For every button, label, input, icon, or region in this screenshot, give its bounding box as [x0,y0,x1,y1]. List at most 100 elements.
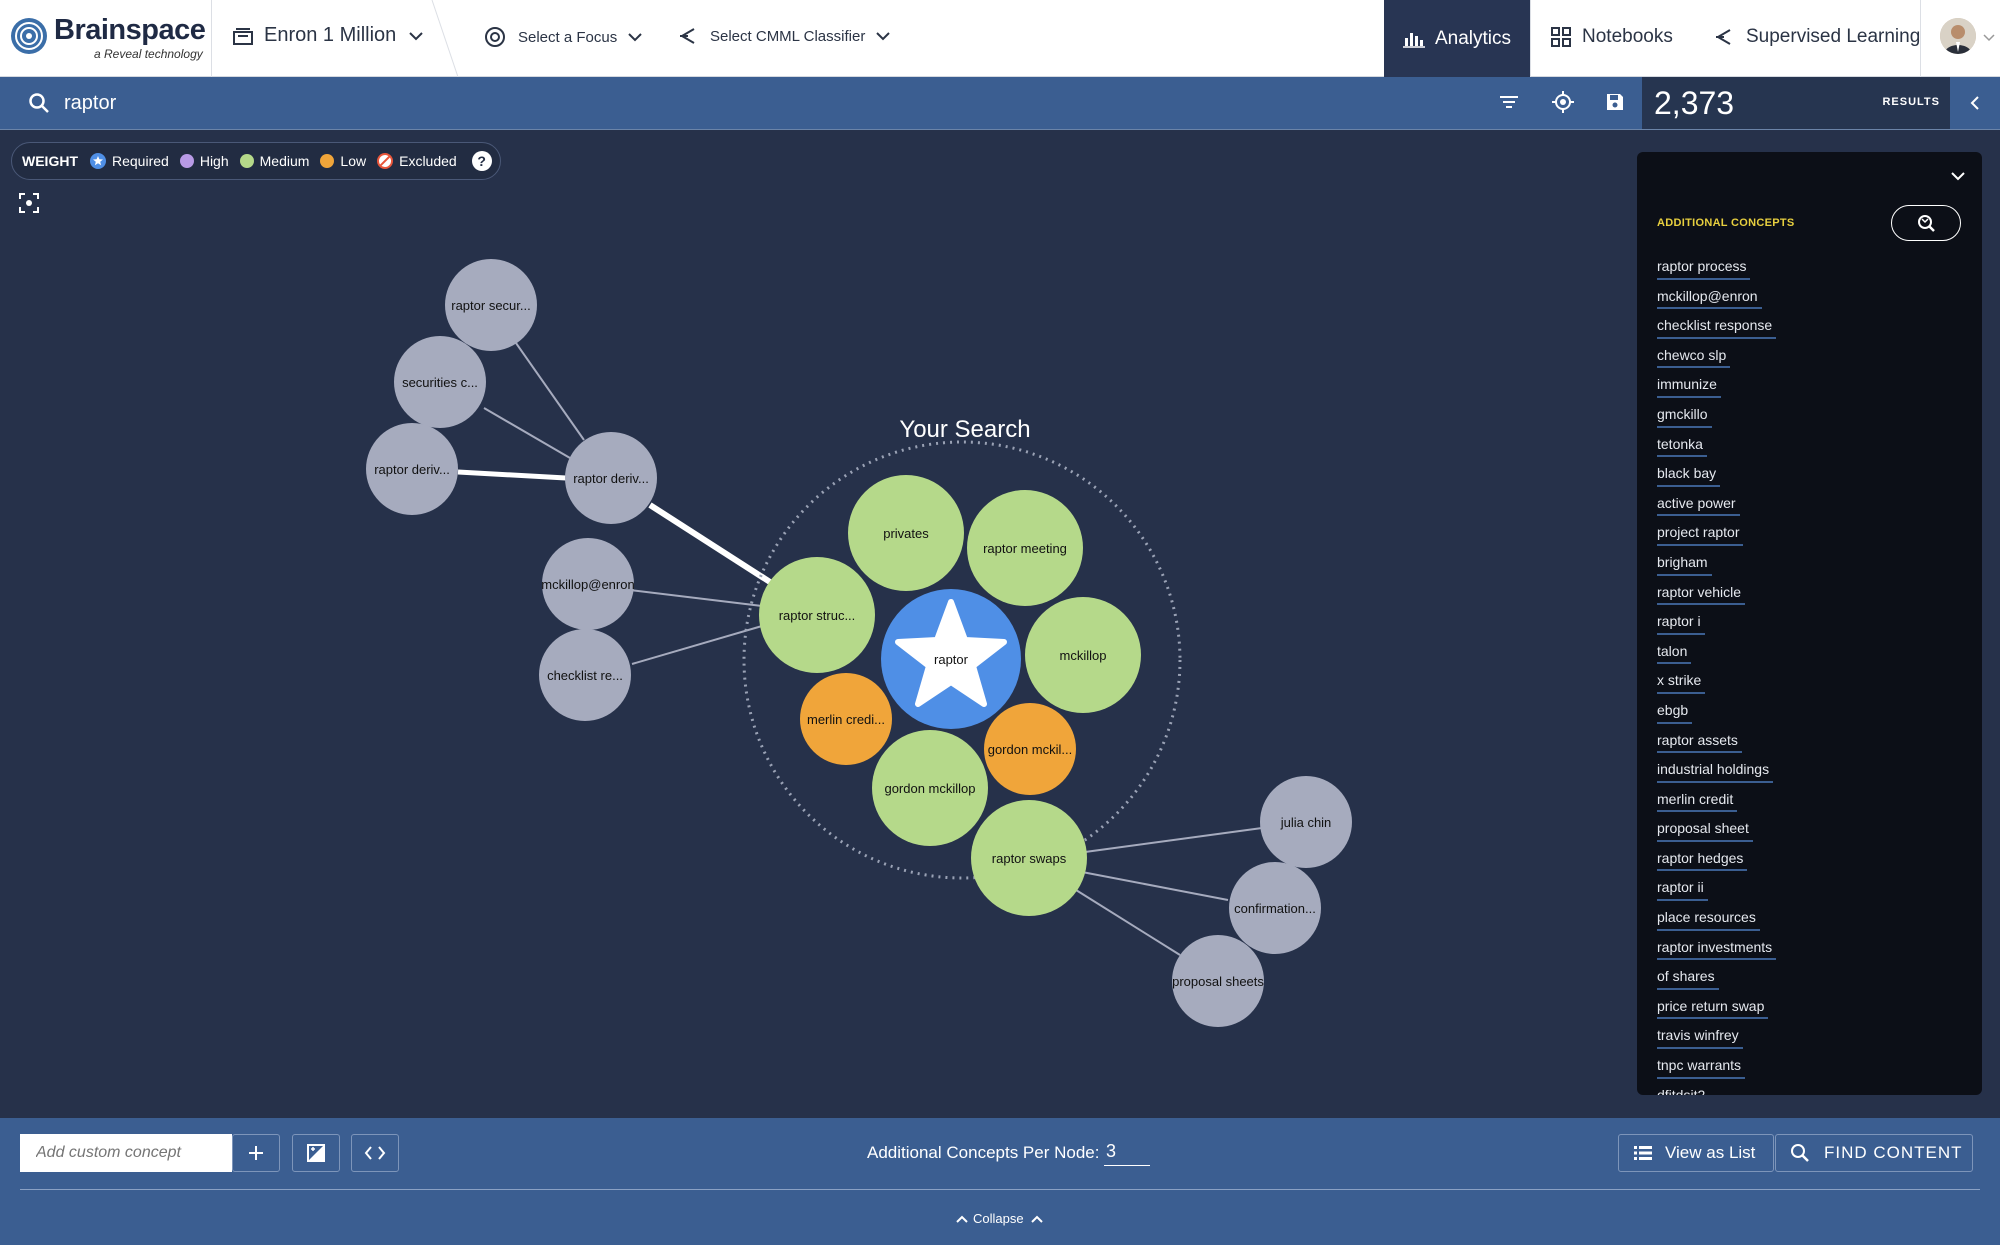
brand-logo[interactable]: Brainspace a Reveal technology [10,14,210,64]
additional-concepts-panel: ADDITIONAL CONCEPTS raptor process mckill… [1637,152,1982,1095]
node-julia-chin[interactable]: julia chin [1260,776,1352,868]
node-privates[interactable]: privates [848,475,964,591]
filter-icon[interactable] [1498,92,1520,112]
node-label: gordon mckil... [988,742,1073,757]
concept-list-item[interactable]: ebgb [1657,696,1967,726]
node-proposal-sheets[interactable]: proposal sheets [1172,935,1264,1027]
results-count-box: 2,373 RESULTS [1642,77,1950,129]
concept-graph[interactable]: Your Search raptor secur... securities c… [0,130,1620,1118]
concept-label: raptor investments [1657,938,1773,955]
concept-list-item[interactable]: x strike [1657,666,1967,696]
node-raptor-meeting[interactable]: raptor meeting [967,490,1083,606]
concept-list-item[interactable]: merlin credit [1657,785,1967,815]
concept-underline [1657,514,1740,517]
concept-list-item[interactable]: of shares [1657,962,1967,992]
tab-analytics[interactable]: Analytics [1384,0,1530,77]
focus-selector[interactable]: Select a Focus [484,26,643,48]
concept-list-item[interactable]: price return swap [1657,992,1967,1022]
node-raptor-securities[interactable]: raptor secur... [445,259,537,351]
find-content-button[interactable]: FIND CONTENT [1775,1134,1973,1172]
concept-list-item[interactable]: dfitdsit2 [1657,1081,1967,1095]
node-raptor-derivatives-2[interactable]: raptor deriv... [565,432,657,524]
concept-list-item[interactable]: brigham [1657,548,1967,578]
search-input[interactable] [62,87,1462,119]
concept-list-item[interactable]: travis winfrey [1657,1021,1967,1051]
node-raptor-structure[interactable]: raptor struc... [759,557,875,673]
concept-list-item[interactable]: raptor process [1657,252,1967,282]
refresh-search-button[interactable] [1891,205,1961,241]
code-view-button[interactable] [351,1134,399,1172]
concept-underline [1657,277,1750,280]
concept-list-item[interactable]: gmckillo [1657,400,1967,430]
concept-label: checklist response [1657,317,1773,334]
classifier-icon [1716,29,1731,45]
concept-list-item[interactable]: talon [1657,637,1967,667]
concept-list-item[interactable]: checklist response [1657,311,1967,341]
concept-list-item[interactable]: active power [1657,489,1967,519]
dataset-selector[interactable]: Enron 1 Million [232,24,424,47]
collapse-button[interactable]: Collapse [955,1211,1044,1226]
concept-underline [1657,810,1737,813]
node-confirmation[interactable]: confirmation... [1229,862,1321,954]
concept-list-item[interactable]: tetonka [1657,430,1967,460]
edge [648,502,772,585]
add-concept-button[interactable] [232,1134,280,1172]
node-label: merlin credi... [807,712,885,727]
concept-list-item[interactable]: chewco slp [1657,341,1967,371]
concept-label: active power [1657,494,1736,511]
concept-underline [1657,987,1719,990]
node-raptor-derivatives-1[interactable]: raptor deriv... [366,423,458,515]
concept-label: chewco slp [1657,346,1727,363]
concept-label: raptor ii [1657,879,1704,896]
legend-high: High [179,153,229,169]
custom-concept-input[interactable] [20,1134,232,1172]
concept-list-item[interactable]: tnpc warrants [1657,1051,1967,1081]
avatar[interactable] [1940,18,1976,54]
concept-list-item[interactable]: raptor hedges [1657,844,1967,874]
node-gordon-mckil[interactable]: gordon mckil... [984,703,1076,795]
node-checklist[interactable]: checklist re... [539,629,631,721]
concept-label: brigham [1657,553,1708,570]
concept-list-item[interactable]: raptor vehicle [1657,578,1967,608]
tab-notebooks[interactable]: Notebooks [1550,26,1673,48]
node-mckillop[interactable]: mckillop [1025,597,1141,713]
concept-label: place resources [1657,909,1756,926]
concept-list-item[interactable]: project raptor [1657,518,1967,548]
search-icon [29,93,49,113]
chevron-down-icon[interactable] [1982,33,1996,43]
concept-list-item[interactable]: raptor assets [1657,726,1967,756]
locate-icon[interactable] [1551,90,1575,114]
cmml-classifier-selector[interactable]: Select CMML Classifier [678,26,891,46]
node-raptor-required[interactable]: raptor [881,589,1021,729]
toggle-panel-button[interactable] [1950,77,2000,129]
concept-list-item[interactable]: mckillop@enron [1657,282,1967,312]
node-label: mckillop [1060,648,1107,663]
chevron-left-icon [1970,96,1979,110]
concept-list-item[interactable]: place resources [1657,903,1967,933]
view-as-list-button[interactable]: View as List [1618,1134,1774,1172]
node-raptor-swaps[interactable]: raptor swaps [971,800,1087,916]
concept-underline [1657,543,1743,546]
concept-list-item[interactable]: immunize [1657,370,1967,400]
concepts-per-node-input[interactable] [1104,1138,1150,1166]
concept-list-item[interactable]: raptor investments [1657,933,1967,963]
results-count: 2,373 [1654,85,1735,121]
concept-list-item[interactable]: industrial holdings [1657,755,1967,785]
node-securities[interactable]: securities c... [394,336,486,428]
fit-view-icon[interactable] [18,192,40,214]
concept-list-item[interactable]: black bay [1657,459,1967,489]
chevron-down-icon[interactable] [1950,170,1966,182]
concept-list-item[interactable]: raptor ii [1657,873,1967,903]
node-merlin-credit[interactable]: merlin credi... [800,673,892,765]
help-icon[interactable]: ? [471,151,492,171]
concept-underline [1657,958,1776,961]
dataset-icon [233,27,253,45]
tab-supervised-learning[interactable]: Supervised Learning [1714,26,1920,48]
save-icon[interactable] [1605,92,1625,112]
node-gordon-mckillop[interactable]: gordon mckillop [872,730,988,846]
node-mckillop-enron[interactable]: mckillop@enron [541,538,635,630]
concept-list-item[interactable]: proposal sheet [1657,814,1967,844]
concept-list-item[interactable]: raptor i [1657,607,1967,637]
contrast-button[interactable] [292,1134,340,1172]
user-avatar-icon [1940,18,1976,54]
